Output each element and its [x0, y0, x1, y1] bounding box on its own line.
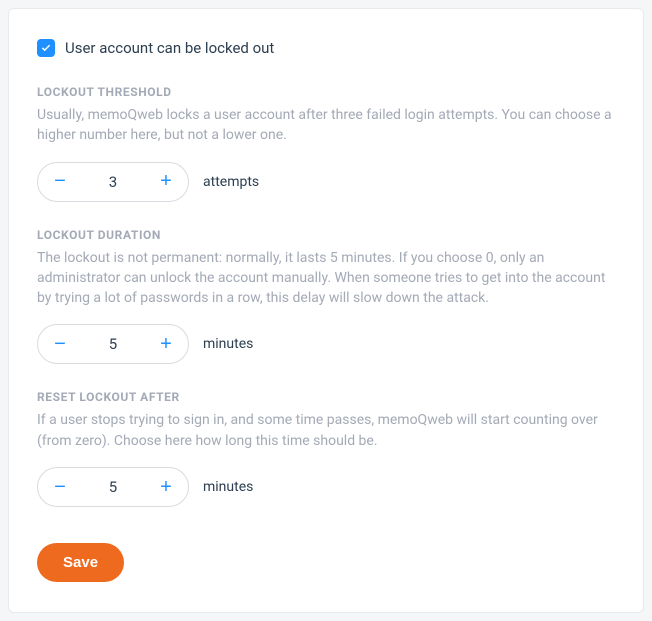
lockout-enabled-checkbox[interactable] [37, 39, 55, 57]
duration-unit: minutes [203, 336, 253, 352]
minus-icon: − [54, 170, 66, 193]
duration-stepper: − 5 + [37, 324, 189, 364]
reset-lockout-heading: RESET LOCKOUT AFTER [37, 390, 615, 404]
threshold-unit: attempts [203, 174, 259, 190]
reset-stepper: − 5 + [37, 467, 189, 507]
reset-lockout-section: RESET LOCKOUT AFTER If a user stops tryi… [37, 390, 615, 507]
save-button[interactable]: Save [37, 543, 124, 582]
lockout-duration-heading: LOCKOUT DURATION [37, 228, 615, 242]
lockout-enabled-label: User account can be locked out [65, 39, 274, 57]
plus-icon: + [160, 170, 172, 193]
minus-icon: − [54, 476, 66, 499]
reset-lockout-desc: If a user stops trying to sign in, and s… [37, 410, 615, 451]
reset-value: 5 [82, 478, 144, 496]
threshold-stepper-row: − 3 + attempts [37, 162, 615, 202]
reset-stepper-row: − 5 + minutes [37, 467, 615, 507]
minus-icon: − [54, 333, 66, 356]
duration-increment-button[interactable]: + [144, 325, 188, 363]
check-icon [40, 42, 52, 54]
lockout-toggle-row: User account can be locked out [37, 39, 615, 57]
reset-increment-button[interactable]: + [144, 468, 188, 506]
lockout-duration-section: LOCKOUT DURATION The lockout is not perm… [37, 228, 615, 365]
duration-stepper-row: − 5 + minutes [37, 324, 615, 364]
lockout-threshold-desc: Usually, memoQweb locks a user account a… [37, 105, 615, 146]
lockout-duration-desc: The lockout is not permanent: normally, … [37, 248, 615, 309]
threshold-decrement-button[interactable]: − [38, 163, 82, 201]
duration-decrement-button[interactable]: − [38, 325, 82, 363]
plus-icon: + [160, 333, 172, 356]
lockout-threshold-heading: LOCKOUT THRESHOLD [37, 85, 615, 99]
reset-decrement-button[interactable]: − [38, 468, 82, 506]
lockout-settings-card: User account can be locked out LOCKOUT T… [8, 8, 644, 613]
threshold-increment-button[interactable]: + [144, 163, 188, 201]
threshold-stepper: − 3 + [37, 162, 189, 202]
duration-value: 5 [82, 335, 144, 353]
lockout-threshold-section: LOCKOUT THRESHOLD Usually, memoQweb lock… [37, 85, 615, 202]
threshold-value: 3 [82, 173, 144, 191]
plus-icon: + [160, 476, 172, 499]
reset-unit: minutes [203, 479, 253, 495]
